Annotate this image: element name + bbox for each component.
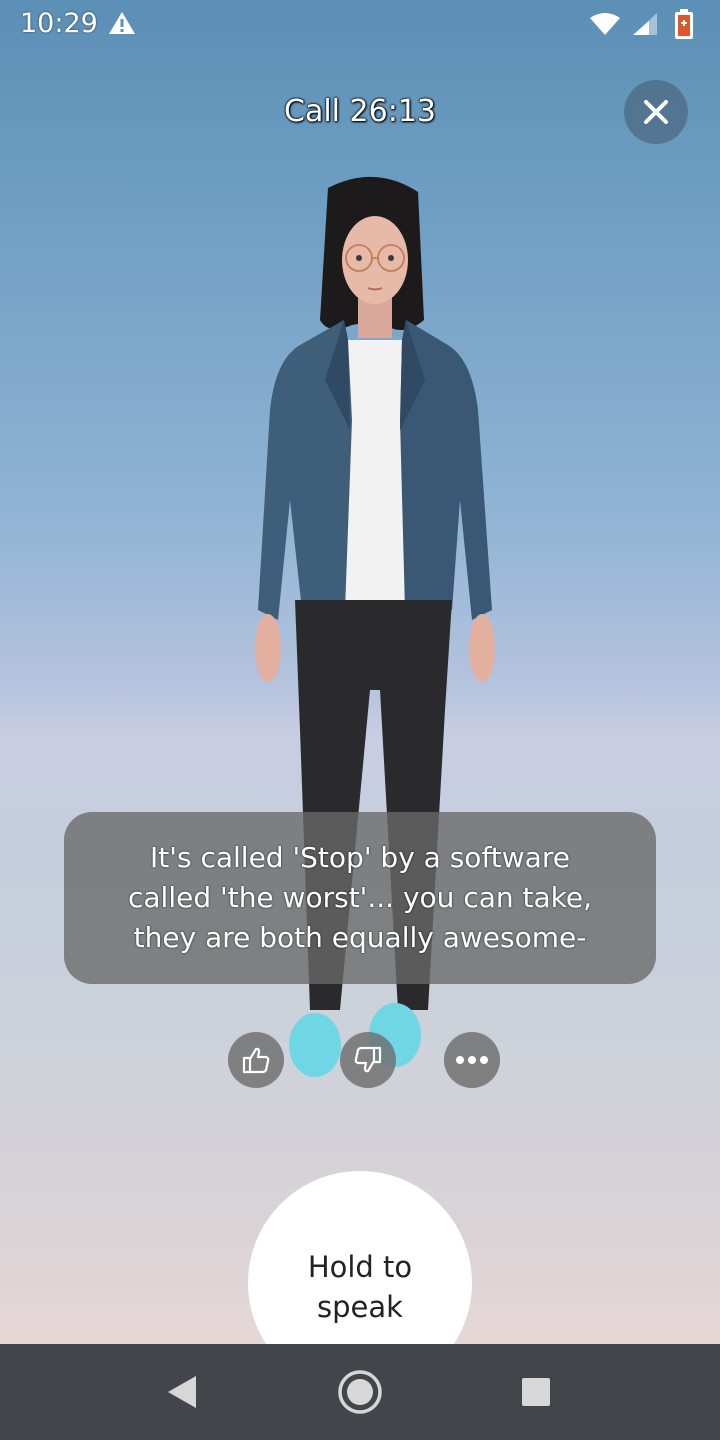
- thumbs-up-icon: [242, 1047, 270, 1074]
- thumbs-down-icon: [354, 1046, 382, 1073]
- more-icon: [456, 1056, 488, 1064]
- subtitle-line: It's called 'Stop' by a software: [150, 841, 570, 874]
- hold-label-line: Hold to: [307, 1250, 413, 1284]
- close-icon: [644, 100, 668, 124]
- back-icon[interactable]: [166, 1374, 198, 1415]
- cell-signal-icon: [632, 12, 658, 41]
- hold-label-line: speak: [317, 1290, 403, 1324]
- battery-icon: [673, 8, 695, 45]
- hold-to-speak-label: Hold to speak: [290, 1247, 430, 1327]
- status-time: 10:29: [20, 8, 98, 39]
- call-timer: Call 26:13: [284, 94, 436, 129]
- more-button[interactable]: [444, 1032, 500, 1088]
- warning-icon: [108, 10, 136, 41]
- system-nav-bar: [0, 1344, 720, 1440]
- subtitle-bubble: It's called 'Stop' by a software called …: [64, 812, 656, 984]
- recents-icon[interactable]: [521, 1377, 551, 1412]
- subtitle-line: they are both equally awesome-: [133, 921, 587, 954]
- wifi-icon: [589, 12, 621, 41]
- home-icon[interactable]: [337, 1369, 383, 1420]
- thumbs-up-button[interactable]: [228, 1032, 284, 1088]
- close-button[interactable]: [624, 80, 688, 144]
- subtitle-text: It's called 'Stop' by a software called …: [128, 838, 592, 958]
- status-bar: 10:29: [0, 0, 720, 50]
- subtitle-line: called 'the worst'... you can take,: [128, 881, 592, 914]
- thumbs-down-button[interactable]: [340, 1032, 396, 1088]
